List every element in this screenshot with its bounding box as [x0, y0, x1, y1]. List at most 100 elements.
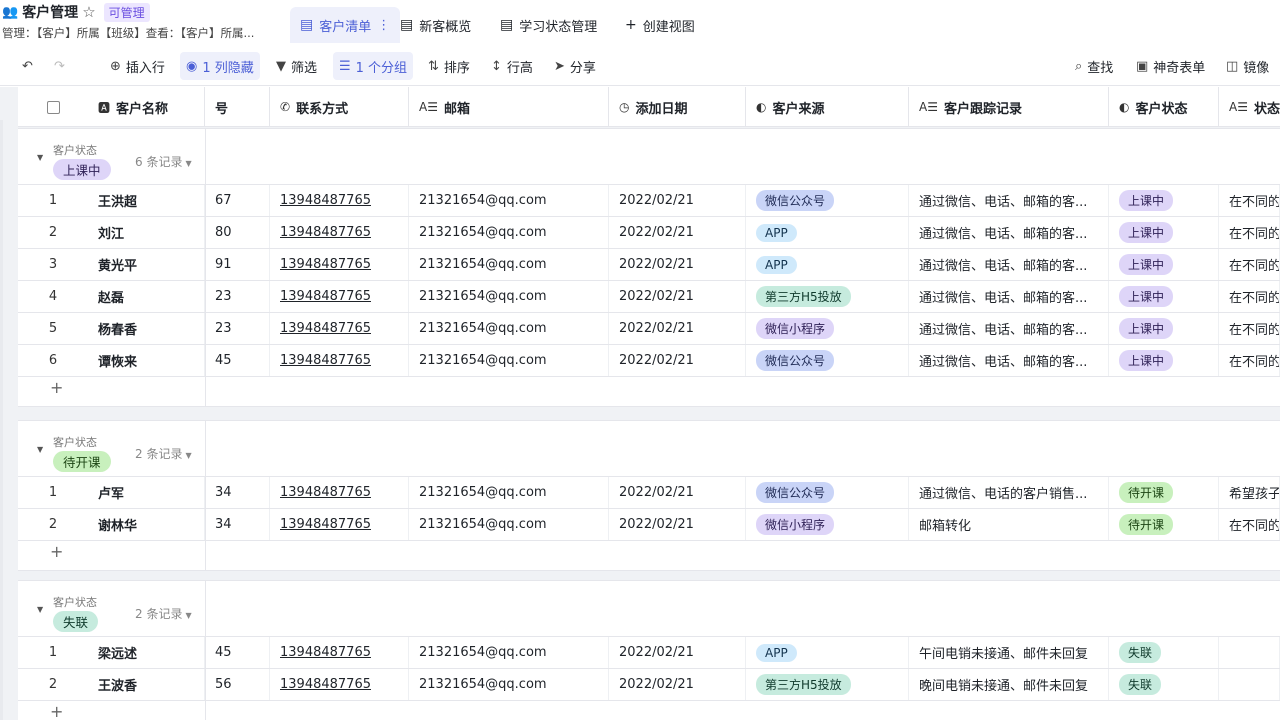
left-scroll-rail	[0, 120, 3, 720]
tab-new-customer-overview[interactable]: ▤ 新客概览	[390, 7, 481, 43]
contact-cell[interactable]: 13948487765	[270, 249, 409, 280]
customer-name-cell: 谢林华	[88, 509, 205, 540]
contact-cell[interactable]: 13948487765	[270, 185, 409, 216]
status-tag: 上课中	[1119, 190, 1174, 211]
sort-button[interactable]: ⇅ 排序	[422, 52, 476, 80]
add-row-button[interactable]: +	[50, 542, 63, 561]
source-cell: APP	[746, 637, 909, 668]
find-button[interactable]: ⌕ 查找	[1069, 52, 1119, 80]
group-header[interactable]: ▼ 客户状态 失联 2 条记录 ▼	[18, 581, 1280, 637]
select-all-cell[interactable]	[18, 87, 88, 127]
add-row-button[interactable]: +	[50, 702, 63, 720]
source-tag: 微信小程序	[756, 514, 835, 535]
row-number: 6	[48, 353, 58, 368]
status-note-cell: 在不同的	[1219, 313, 1280, 344]
col-header-label: 联系方式	[296, 101, 349, 117]
status-cell: 失联	[1109, 669, 1219, 700]
more-icon[interactable]: ⋮	[377, 18, 390, 33]
table-row[interactable]: 6 谭恢来 45 13948487765 21321654@qq.com 2022/02/…	[18, 345, 1280, 377]
contact-cell[interactable]: 13948487765	[270, 281, 409, 312]
contact-cell[interactable]: 13948487765	[270, 477, 409, 508]
table-row[interactable]: 2 谢林华 34 13948487765 21321654@qq.com 2022/02/…	[18, 509, 1280, 541]
contact-cell[interactable]: 13948487765	[270, 217, 409, 248]
email-cell: 21321654@qq.com	[409, 509, 609, 540]
status-tag: 待开课	[1119, 482, 1174, 503]
group-record-count[interactable]: 6 条记录 ▼	[135, 153, 192, 170]
table-row[interactable]: 5 杨春香 23 13948487765 21321654@qq.com 2022/02/…	[18, 313, 1280, 345]
table-row[interactable]: 4 赵磊 23 13948487765 21321654@qq.com 2022/02/2…	[18, 281, 1280, 313]
hidden-columns-button[interactable]: ◉ 1 列隐藏	[180, 52, 260, 80]
customer-name-cell: 刘江	[88, 217, 205, 248]
status-tag: 失联	[1119, 674, 1162, 695]
col-header-contact[interactable]: ✆ 联系方式	[270, 87, 409, 127]
create-view-button[interactable]: + 创建视图	[615, 7, 705, 43]
date-cell: 2022/02/21	[609, 345, 746, 376]
contact-cell[interactable]: 13948487765	[270, 509, 409, 540]
plus-circle-icon: ⊕	[110, 58, 121, 74]
tracking-cell: 晚间电销未接通、邮件未回复	[909, 669, 1109, 700]
contact-cell[interactable]: 13948487765	[270, 313, 409, 344]
filter-button[interactable]: ▼ 筛选	[270, 52, 323, 80]
group-record-count[interactable]: 2 条记录 ▼	[135, 605, 192, 622]
contact-cell[interactable]: 13948487765	[270, 345, 409, 376]
date-cell: 2022/02/21	[609, 637, 746, 668]
undo-button[interactable]: ↶	[16, 52, 39, 80]
collapse-arrow-icon[interactable]: ▼	[37, 153, 43, 162]
select-all-checkbox[interactable]	[46, 100, 60, 114]
star-icon[interactable]: ☆	[82, 3, 95, 21]
table-row[interactable]: 1 梁远述 45 13948487765 21321654@qq.com 2022/02/…	[18, 637, 1280, 669]
col-header-status-note[interactable]: A☰ 状态备	[1219, 87, 1280, 127]
col-header-label: 客户来源	[772, 101, 825, 117]
status-note-cell	[1219, 637, 1280, 668]
tracking-cell: 午间电销未接通、邮件未回复	[909, 637, 1109, 668]
collapse-arrow-icon[interactable]: ▼	[37, 605, 43, 614]
tab-label: 新客概览	[419, 19, 472, 35]
col-header-id[interactable]: 号	[205, 87, 270, 127]
text-field-icon: 🅰	[98, 100, 111, 115]
group-header[interactable]: ▼ 客户状态 待开课 2 条记录 ▼	[18, 421, 1280, 477]
group-record-count[interactable]: 2 条记录 ▼	[135, 445, 192, 462]
email-cell: 21321654@qq.com	[409, 477, 609, 508]
table-row[interactable]: 3 黄光平 91 13948487765 21321654@qq.com 2022/02/…	[18, 249, 1280, 281]
tab-learning-status[interactable]: ▤ 学习状态管理	[490, 7, 607, 43]
col-header-source[interactable]: ◐ 客户来源	[746, 87, 909, 127]
col-header-status[interactable]: ◐ 客户状态	[1109, 87, 1219, 127]
sort-label: 排序	[443, 60, 470, 76]
table-row[interactable]: 1 王洪超 67 13948487765 21321654@qq.com 2022/02/…	[18, 185, 1280, 217]
col-header-tracking[interactable]: A☰ 客户跟踪记录	[909, 87, 1109, 127]
table-row[interactable]: 2 刘江 80 13948487765 21321654@qq.com 2022/02/2…	[18, 217, 1280, 249]
collapse-arrow-icon[interactable]: ▼	[37, 445, 43, 454]
id-cell: 45	[205, 637, 270, 668]
row-number: 3	[48, 257, 58, 272]
group-header[interactable]: ▼ 客户状态 上课中 6 条记录 ▼	[18, 129, 1280, 185]
source-cell: 微信公众号	[746, 185, 909, 216]
tab-customer-list[interactable]: ▤ 客户清单 ⋮	[290, 7, 401, 43]
id-cell: 34	[205, 477, 270, 508]
mirror-button[interactable]: ◫ 镜像	[1220, 52, 1275, 80]
col-header-email[interactable]: A☰ 邮箱	[409, 87, 609, 127]
table-row[interactable]: 2 王波香 56 13948487765 21321654@qq.com 2022/02/…	[18, 669, 1280, 701]
row-height-icon: ↕	[491, 58, 502, 74]
row-number: 2	[48, 677, 58, 692]
source-tag: 第三方H5投放	[756, 674, 851, 695]
row-number: 4	[48, 289, 58, 304]
add-row-button[interactable]: +	[50, 378, 63, 397]
email-cell: 21321654@qq.com	[409, 281, 609, 312]
table-row[interactable]: 1 卢军 34 13948487765 21321654@qq.com 2022/02/2…	[18, 477, 1280, 509]
col-header-name[interactable]: 🅰 客户名称	[88, 87, 205, 127]
tracking-cell: 通过微信、电话的客户销售...	[909, 477, 1109, 508]
hidden-columns-label: 1 列隐藏	[202, 60, 254, 76]
group-button[interactable]: ☰ 1 个分组	[333, 52, 414, 80]
row-height-button[interactable]: ↕ 行高	[485, 52, 539, 80]
email-cell: 21321654@qq.com	[409, 185, 609, 216]
source-tag: 第三方H5投放	[756, 286, 851, 307]
redo-button[interactable]: ↷	[48, 52, 71, 80]
contact-cell[interactable]: 13948487765	[270, 637, 409, 668]
insert-row-button[interactable]: ⊕ 插入行	[104, 52, 171, 80]
share-button[interactable]: ➤ 分享	[548, 52, 602, 80]
col-header-date[interactable]: ◷ 添加日期	[609, 87, 746, 127]
magic-form-button[interactable]: ▣ 神奇表单	[1130, 52, 1211, 80]
phone-icon: ✆	[280, 100, 291, 114]
col-header-label: 客户跟踪记录	[943, 101, 1022, 117]
contact-cell[interactable]: 13948487765	[270, 669, 409, 700]
